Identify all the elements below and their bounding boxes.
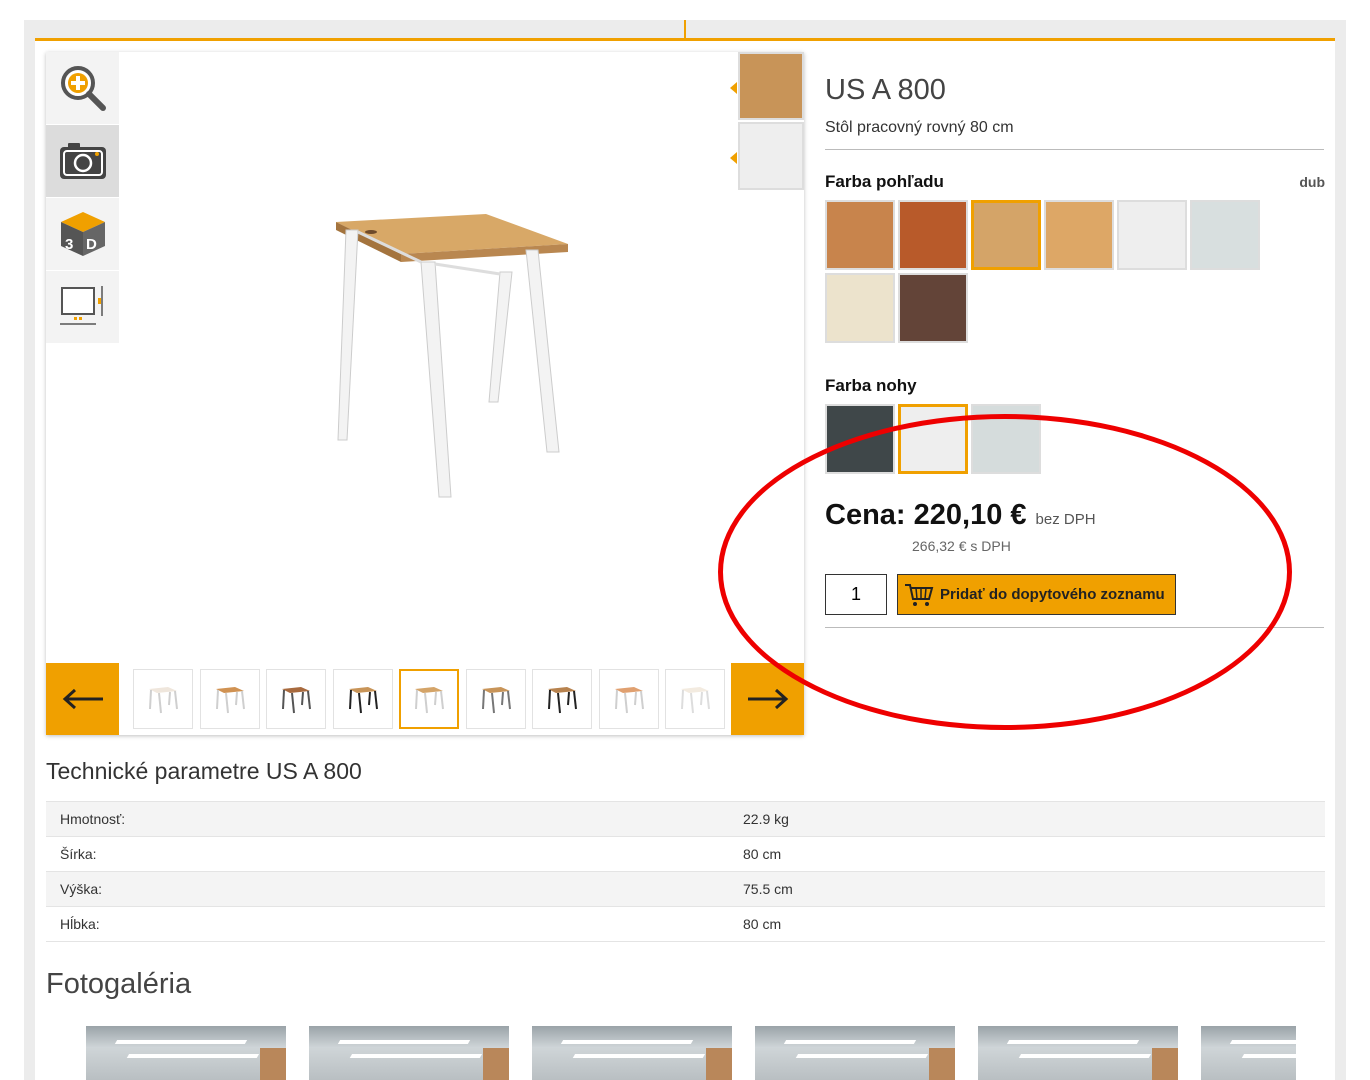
add-to-inquiry-label: Pridať do dopytového zoznamu xyxy=(940,586,1165,603)
top-color-swatch[interactable] xyxy=(971,200,1041,270)
table-thumbnail-image xyxy=(681,687,710,714)
gallery-image[interactable] xyxy=(1201,1026,1296,1080)
leg-color-swatch[interactable] xyxy=(898,404,968,474)
price-row: Cena: 220,10 € bez DPH xyxy=(825,499,1325,532)
view-swatch[interactable] xyxy=(730,122,804,190)
top-color-swatch[interactable] xyxy=(1190,200,1260,270)
param-key: Šírka: xyxy=(46,836,743,872)
thumbnail[interactable] xyxy=(665,669,725,729)
gallery-image[interactable] xyxy=(755,1026,955,1080)
gallery-image[interactable] xyxy=(532,1026,732,1080)
table-thumbnail-image xyxy=(149,687,178,714)
product-title: US A 800 xyxy=(825,74,946,106)
viewer-tools: 3 D xyxy=(46,52,119,344)
param-value: 22.9 kg xyxy=(743,801,1325,837)
view-swatch[interactable] xyxy=(730,52,804,120)
thumbnail[interactable] xyxy=(465,669,526,729)
table-row: Hmotnosť: 22.9 kg xyxy=(46,801,1325,837)
table-thumbnail-image xyxy=(215,687,245,714)
product-subtitle: Stôl pracovný rovný 80 cm xyxy=(825,119,1014,136)
table-row: Výška: 75.5 cm xyxy=(46,871,1325,907)
top-color-header: Farba pohľadu dub xyxy=(825,172,1325,192)
top-divider-tick xyxy=(684,20,686,38)
table-thumbnail-image xyxy=(548,687,577,714)
photo-gallery xyxy=(86,1026,1296,1080)
thumbnail[interactable] xyxy=(133,669,193,729)
top-color-swatch[interactable] xyxy=(825,273,895,343)
price-note: bez DPH xyxy=(1035,511,1096,528)
add-to-inquiry-button[interactable]: Pridať do dopytového zoznamu xyxy=(897,574,1176,615)
divider xyxy=(825,149,1324,150)
product-info: US A 800 Stôl pracovný rovný 80 cm Farba… xyxy=(825,70,1325,628)
dimensions-button[interactable] xyxy=(46,271,119,344)
thumbnail[interactable] xyxy=(332,669,393,729)
thumbnail[interactable] xyxy=(199,669,260,729)
thumbnail[interactable] xyxy=(399,669,459,729)
product-image xyxy=(336,214,568,498)
arrow-right-icon xyxy=(747,688,788,710)
thumbnail[interactable] xyxy=(266,669,326,729)
tech-params-title: Technické parametre US A 800 xyxy=(46,758,362,784)
top-color-swatch[interactable] xyxy=(898,273,968,343)
param-key: Výška: xyxy=(46,871,743,907)
gallery-image[interactable] xyxy=(86,1026,286,1080)
price-with-vat: 266,32 € s DPH xyxy=(912,538,1011,554)
3d-icon: 3 D xyxy=(60,212,105,256)
arrow-left-icon xyxy=(62,688,103,710)
next-button[interactable] xyxy=(731,663,804,735)
view-swatches xyxy=(730,52,804,192)
divider xyxy=(825,627,1324,628)
table-row: Hĺbka: 80 cm xyxy=(46,906,1325,942)
top-color-swatch[interactable] xyxy=(898,200,968,270)
top-color-value: dub xyxy=(1299,174,1325,190)
thumbnail[interactable] xyxy=(598,669,659,729)
param-value: 75.5 cm xyxy=(743,871,1325,907)
svg-text:3: 3 xyxy=(65,236,73,253)
param-key: Hmotnosť: xyxy=(46,801,743,837)
leg-color-swatch[interactable] xyxy=(825,404,895,474)
leg-color-label: Farba nohy xyxy=(825,376,917,395)
param-value: 80 cm xyxy=(743,836,1325,872)
gallery-title: Fotogaléria xyxy=(46,968,192,1000)
thumbnail[interactable] xyxy=(532,669,592,729)
param-key: Hĺbka: xyxy=(46,906,743,942)
dimensions-icon xyxy=(59,286,103,325)
table-thumbnail-image xyxy=(614,687,644,714)
table-thumbnail-image xyxy=(348,687,378,714)
table-thumbnail-image xyxy=(282,687,311,714)
table-thumbnail-image xyxy=(415,687,444,714)
top-color-swatch[interactable] xyxy=(825,200,895,270)
top-color-swatches xyxy=(825,200,1265,346)
price: Cena: 220,10 € xyxy=(825,499,1027,531)
leg-color-swatch[interactable] xyxy=(971,404,1041,474)
quantity-input[interactable] xyxy=(825,574,887,615)
table-row: Šírka: 80 cm xyxy=(46,836,1325,872)
top-color-swatch[interactable] xyxy=(1044,200,1114,270)
leg-color-swatches xyxy=(825,404,1265,477)
top-color-swatch[interactable] xyxy=(1117,200,1187,270)
thumbnails xyxy=(119,663,731,735)
table-thumbnail-image xyxy=(481,687,511,714)
camera-icon xyxy=(59,143,106,179)
param-value: 80 cm xyxy=(743,906,1325,942)
zoom-button[interactable] xyxy=(46,52,119,125)
3d-button[interactable]: 3 D xyxy=(46,198,119,271)
product-viewer: 3 D xyxy=(46,52,804,735)
svg-text:D: D xyxy=(86,236,97,253)
zoom-icon xyxy=(60,66,106,111)
thumbnail-strip xyxy=(46,663,804,735)
gallery-image[interactable] xyxy=(978,1026,1178,1080)
tech-params-table: Hmotnosť: 22.9 kg Šírka: 80 cm Výška: 75… xyxy=(46,801,1325,942)
cart-icon xyxy=(905,583,934,606)
top-color-label: Farba pohľadu xyxy=(825,172,944,191)
gallery-image[interactable] xyxy=(309,1026,509,1080)
cart-row: Pridať do dopytového zoznamu xyxy=(825,574,1325,615)
photo-button[interactable] xyxy=(46,125,119,198)
leg-color-header: Farba nohy xyxy=(825,376,1325,396)
prev-button[interactable] xyxy=(46,663,119,735)
